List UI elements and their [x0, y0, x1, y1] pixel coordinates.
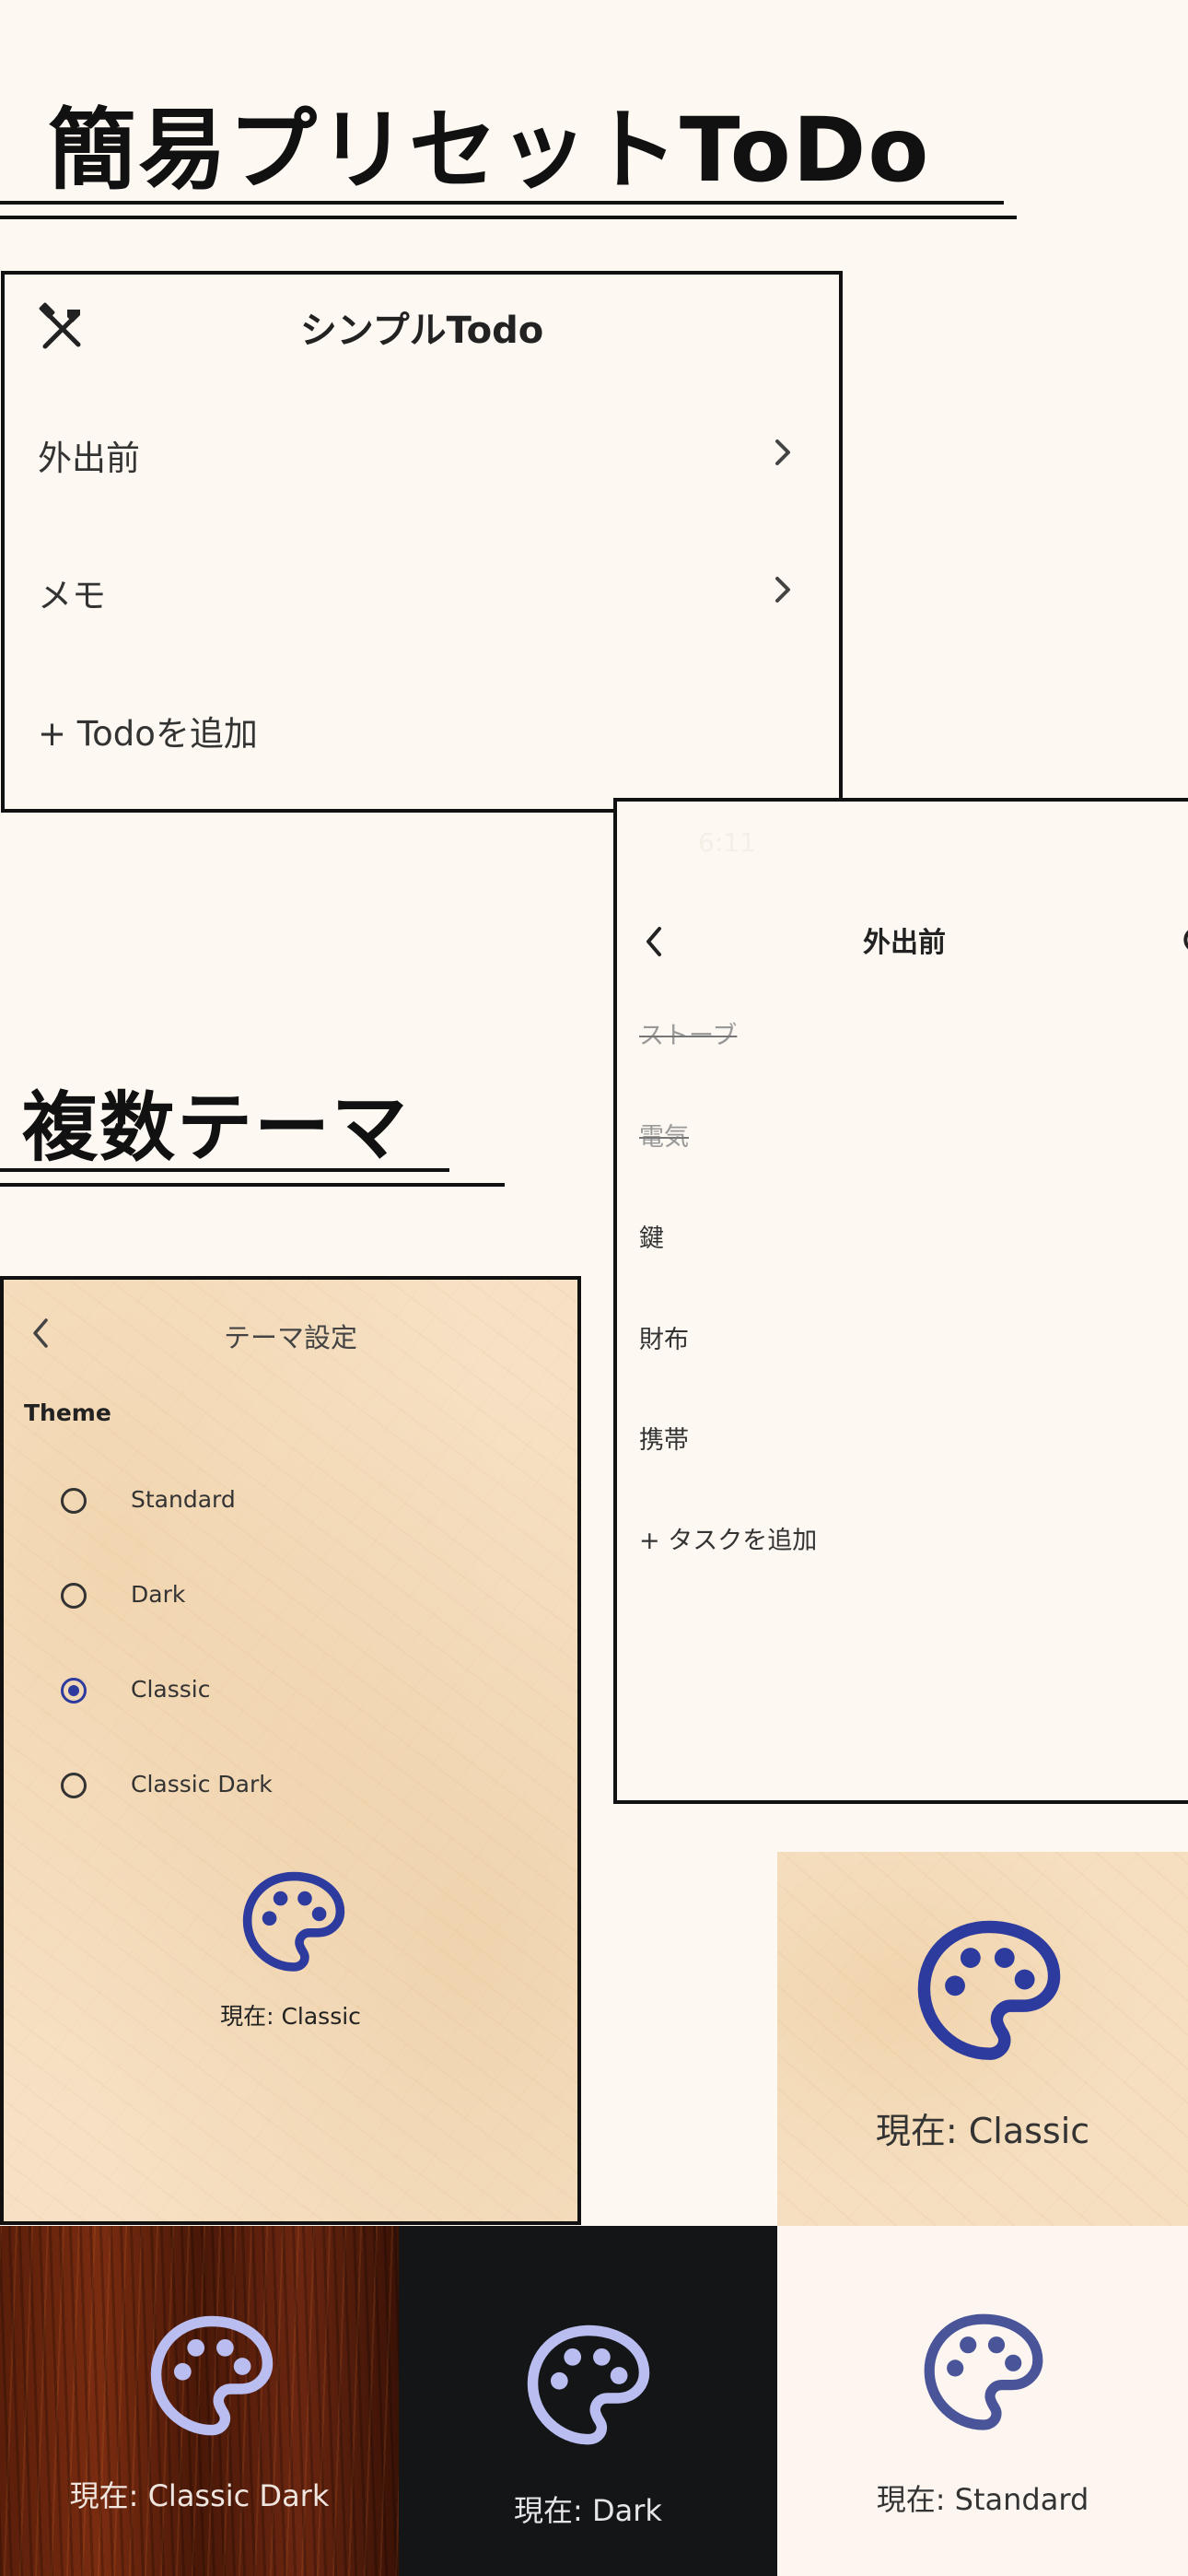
theme-settings-screen: テーマ設定 Theme Standard Dark Classic Classi…	[0, 1276, 581, 2225]
todo-list-item[interactable]: メモ	[5, 534, 839, 645]
theme-option-standard[interactable]: Standard	[4, 1473, 577, 1528]
section-label: Theme	[24, 1399, 111, 1426]
heading-underline	[0, 201, 1004, 205]
current-theme-label: 現在: Classic	[220, 2003, 361, 2030]
todo-list-item-label: 外出前	[38, 439, 140, 478]
task-item-done[interactable]: ストーブ	[639, 1015, 737, 1051]
radio-button[interactable]	[61, 1583, 87, 1609]
palette-icon	[924, 2313, 1043, 2430]
theme-option-label: Classic	[131, 1676, 211, 1703]
preview-caption: 現在: Standard	[876, 2482, 1089, 2517]
palette-icon	[527, 2324, 650, 2445]
heading-underline	[0, 1183, 505, 1187]
theme-option-dark[interactable]: Dark	[4, 1568, 577, 1623]
task-list-screen: 6:11 外出前 ストーブ 電気 鍵 財布 携帯 + タスクを追加	[613, 798, 1188, 1804]
status-bar: 6:11	[617, 827, 1188, 864]
theme-preview-classic-dark: 現在: Classic Dark	[0, 2226, 399, 2576]
task-item[interactable]: 財布	[639, 1319, 689, 1355]
chevron-right-icon	[775, 577, 790, 603]
theme-option-label: Dark	[131, 1581, 186, 1608]
task-item[interactable]: 携帯	[639, 1420, 689, 1456]
task-item[interactable]: 鍵	[639, 1218, 664, 1254]
theme-preview-dark: 現在: Dark	[399, 2226, 777, 2576]
chevron-right-icon	[775, 439, 790, 465]
status-time: 6:11	[698, 827, 756, 858]
preview-caption: 現在: Classic Dark	[69, 2478, 330, 2513]
preview-caption: 現在: Dark	[514, 2493, 662, 2528]
preview-caption: 現在: Classic	[875, 2111, 1090, 2151]
palette-icon	[242, 1871, 345, 1972]
feature-heading-multi-theme: 複数テーマ	[22, 1084, 410, 1172]
theme-preview-classic: 現在: Classic	[777, 1852, 1188, 2226]
task-item-done[interactable]: 電気	[639, 1117, 689, 1153]
add-todo-button[interactable]: + Todoを追加	[38, 706, 258, 755]
theme-preview-standard: 現在: Standard	[777, 2226, 1188, 2576]
theme-option-classic[interactable]: Classic	[4, 1663, 577, 1718]
radio-button-selected[interactable]	[61, 1678, 87, 1704]
screen-title: シンプルTodo	[299, 310, 544, 352]
screen-title: テーマ設定	[223, 1322, 357, 1353]
palette-icon	[150, 2315, 274, 2436]
theme-option-classic-dark[interactable]: Classic Dark	[4, 1758, 577, 1813]
circle-icon[interactable]	[1181, 921, 1188, 958]
heading-underline	[0, 216, 1017, 219]
screen-title: 外出前	[863, 927, 946, 959]
radio-button[interactable]	[61, 1773, 87, 1798]
todo-list-item-label: メモ	[38, 576, 106, 615]
todo-list-item[interactable]: 外出前	[5, 397, 839, 508]
radio-button[interactable]	[61, 1488, 87, 1514]
feature-heading-preset-todo: 簡易プリセットToDo	[48, 99, 931, 202]
theme-option-label: Classic Dark	[131, 1771, 273, 1797]
add-task-button[interactable]: + タスクを追加	[639, 1520, 817, 1556]
heading-underline	[0, 1168, 449, 1172]
palette-icon	[917, 1920, 1061, 2060]
todo-list-screen: シンプルTodo 外出前 メモ + Todoを追加	[1, 271, 843, 813]
theme-option-label: Standard	[131, 1486, 236, 1513]
